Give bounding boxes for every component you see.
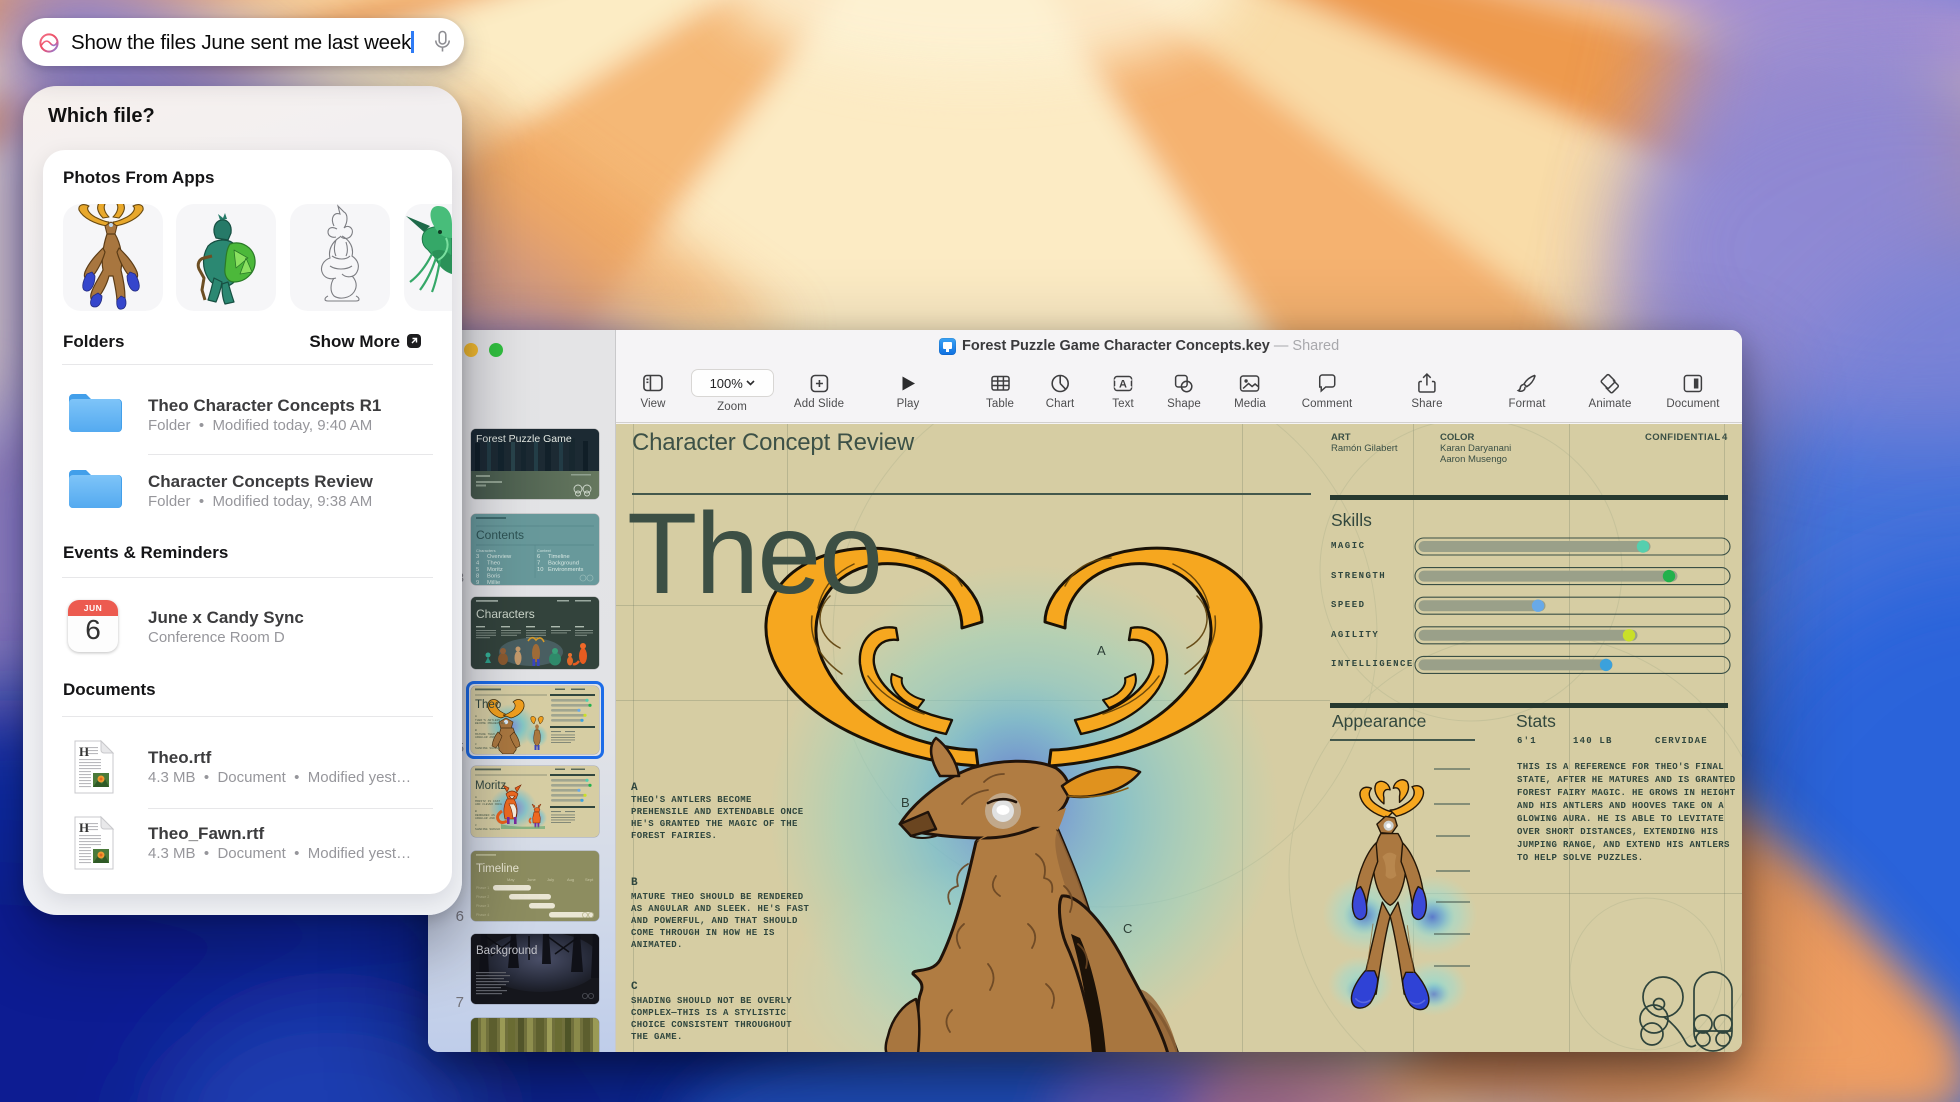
svg-text:AND CLEVER ONCE: AND CLEVER ONCE [475, 803, 502, 806]
svg-text:June: June [527, 877, 536, 882]
svg-text:Forest Puzzle Game: Forest Puzzle Game [476, 433, 572, 445]
svg-text:5: 5 [476, 567, 479, 573]
svg-text:Contents: Contents [476, 528, 524, 542]
svg-text:Characters: Characters [476, 548, 496, 553]
svg-text:7: 7 [537, 561, 540, 567]
svg-text:Millie: Millie [487, 580, 500, 585]
svg-text:Timeline: Timeline [548, 554, 570, 560]
svg-text:Moritz: Moritz [475, 780, 507, 792]
svg-text:Phase 2: Phase 2 [476, 895, 489, 899]
svg-text:6: 6 [537, 554, 540, 560]
svg-text:8: 8 [476, 574, 479, 580]
svg-text:Overview: Overview [487, 554, 512, 560]
svg-text:10: 10 [537, 567, 543, 573]
svg-text:C: C [475, 743, 477, 746]
svg-text:SHADING SHOULD: SHADING SHOULD [475, 747, 500, 750]
svg-text:Timeline: Timeline [476, 863, 519, 875]
svg-text:H: H [79, 820, 89, 835]
svg-text:Sept: Sept [585, 877, 594, 882]
svg-text:May: May [507, 877, 515, 882]
svg-text:July: July [547, 877, 554, 882]
svg-text:Moritz: Moritz [487, 567, 503, 573]
svg-text:3: 3 [476, 554, 479, 560]
svg-text:Background: Background [548, 561, 579, 567]
svg-text:Aug: Aug [567, 877, 574, 882]
svg-text:B: B [475, 810, 477, 813]
svg-text:ANGULAR AND: ANGULAR AND [475, 736, 495, 739]
svg-text:A: A [475, 796, 477, 799]
svg-text:ANGULAR AND: ANGULAR AND [475, 817, 495, 820]
svg-text:Environments: Environments [548, 567, 584, 573]
svg-text:BECOME PREHENSILE: BECOME PREHENSILE [475, 722, 506, 725]
svg-text:Boris: Boris [487, 574, 500, 580]
svg-text:Phase 4: Phase 4 [476, 913, 489, 917]
svg-text:Context: Context [537, 548, 552, 553]
svg-text:Characters: Characters [476, 607, 535, 621]
svg-text:Phase 1: Phase 1 [476, 886, 489, 890]
svg-text:A: A [475, 715, 477, 718]
svg-text:Theo: Theo [487, 561, 500, 567]
svg-text:H: H [79, 744, 89, 759]
svg-text:9: 9 [476, 580, 479, 585]
svg-text:Phase 3: Phase 3 [476, 904, 489, 908]
svg-text:A: A [1119, 379, 1127, 391]
svg-text:Background: Background [476, 945, 537, 957]
svg-text:C: C [475, 824, 477, 827]
svg-text:Theo: Theo [475, 699, 501, 711]
svg-text:B: B [475, 729, 477, 732]
svg-text:SHADING SHOULD: SHADING SHOULD [475, 828, 500, 831]
